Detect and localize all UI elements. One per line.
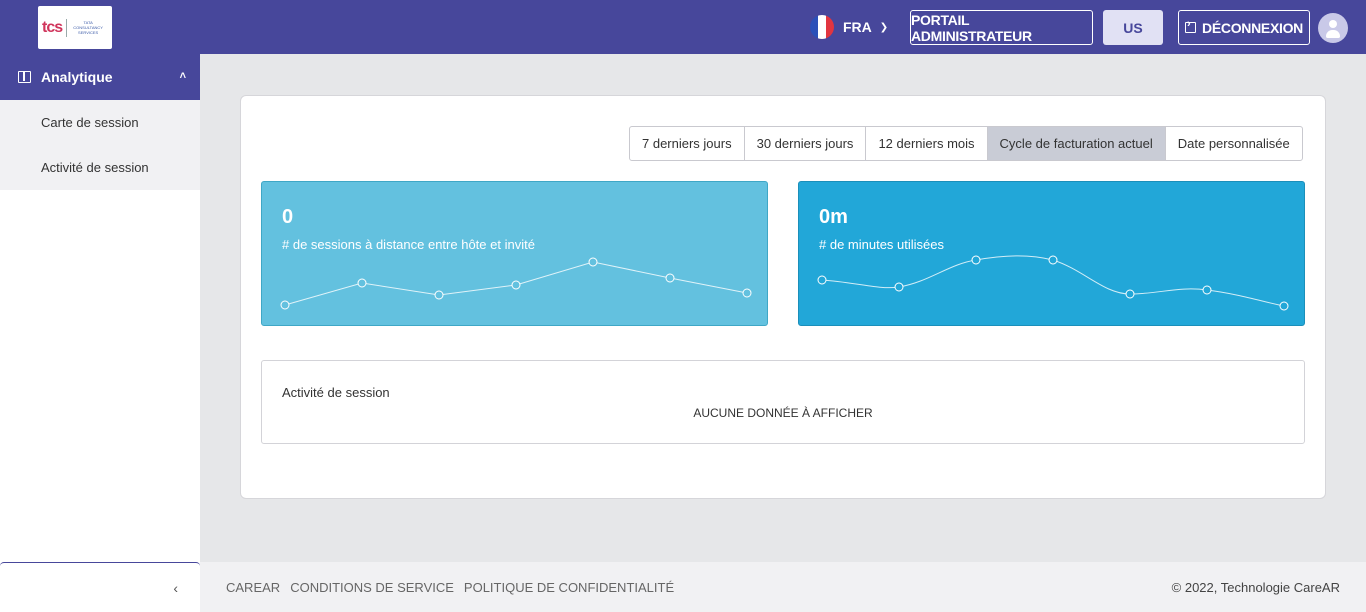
footer-link-carear[interactable]: CAREAR (226, 580, 280, 595)
session-activity-panel: Activité de session AUCUNE DONNÉE À AFFI… (261, 360, 1305, 444)
sidebar: Analytique ˄ Carte de session Activité d… (0, 54, 200, 612)
collapse-sidebar-button[interactable]: ‹ (0, 562, 200, 612)
session-activity-title: Activité de session (282, 385, 390, 400)
filter-custom-date[interactable]: Date personnalisée (1166, 127, 1302, 160)
logo-subtitle: TATA CONSULTANCY SERVICES (73, 20, 103, 35)
footer-links: CAREAR CONDITIONS DE SERVICE POLITIQUE D… (226, 580, 674, 595)
footer: CAREAR CONDITIONS DE SERVICE POLITIQUE D… (200, 562, 1366, 612)
top-bar: tcs TATA CONSULTANCY SERVICES FRA ❯ PORT… (0, 0, 1366, 54)
chevron-left-icon: ‹ (173, 579, 178, 596)
admin-portal-button[interactable]: PORTAIL ADMINISTRATEUR (910, 10, 1093, 45)
minutes-sparkline (817, 255, 1289, 311)
chevron-down-icon: ❯ (879, 21, 889, 33)
analytics-card: 7 derniers jours 30 derniers jours 12 de… (240, 95, 1326, 499)
filter-current-billing-cycle[interactable]: Cycle de facturation actuel (987, 127, 1166, 160)
sidebar-item-session-map[interactable]: Carte de session (0, 100, 200, 145)
footer-link-privacy[interactable]: POLITIQUE DE CONFIDENTIALITÉ (464, 580, 674, 595)
filter-30-days[interactable]: 30 derniers jours (745, 127, 867, 160)
sidebar-submenu: Carte de session Activité de session (0, 100, 200, 190)
date-range-selector: 7 derniers jours 30 derniers jours 12 de… (629, 126, 1303, 161)
chevron-up-icon: ˄ (179, 70, 186, 82)
sidebar-section-analytics[interactable]: Analytique ˄ (0, 54, 200, 100)
logout-label: DÉCONNEXION (1202, 19, 1303, 36)
copyright-text: © 2022, Technologie CareAR (1171, 579, 1340, 595)
logout-button[interactable]: DÉCONNEXION (1178, 10, 1310, 45)
book-icon (18, 71, 31, 83)
region-button[interactable]: US (1103, 10, 1163, 45)
filter-12-months[interactable]: 12 derniers mois (866, 127, 988, 160)
logo-divider (66, 18, 68, 37)
sessions-sparkline (280, 257, 752, 310)
empty-state-message: AUCUNE DONNÉE À AFFICHER (693, 406, 873, 420)
company-logo[interactable]: tcs TATA CONSULTANCY SERVICES (38, 6, 112, 49)
sessions-stat-card: 0 # de sessions à distance entre hôte et… (261, 181, 768, 326)
avatar[interactable] (1318, 13, 1348, 43)
logout-icon (1185, 18, 1197, 33)
language-selector[interactable]: FRA ❯ (810, 13, 888, 41)
filter-7-days[interactable]: 7 derniers jours (630, 127, 745, 160)
language-label: FRA (843, 19, 872, 35)
footer-link-terms[interactable]: CONDITIONS DE SERVICE (290, 580, 454, 595)
user-icon (1329, 20, 1337, 28)
sidebar-item-session-activity[interactable]: Activité de session (0, 145, 200, 190)
sidebar-section-label: Analytique (41, 69, 113, 85)
logo-text: tcs (42, 18, 63, 36)
france-flag-icon (810, 15, 834, 39)
minutes-stat-card: 0m # de minutes utilisées (798, 181, 1305, 326)
